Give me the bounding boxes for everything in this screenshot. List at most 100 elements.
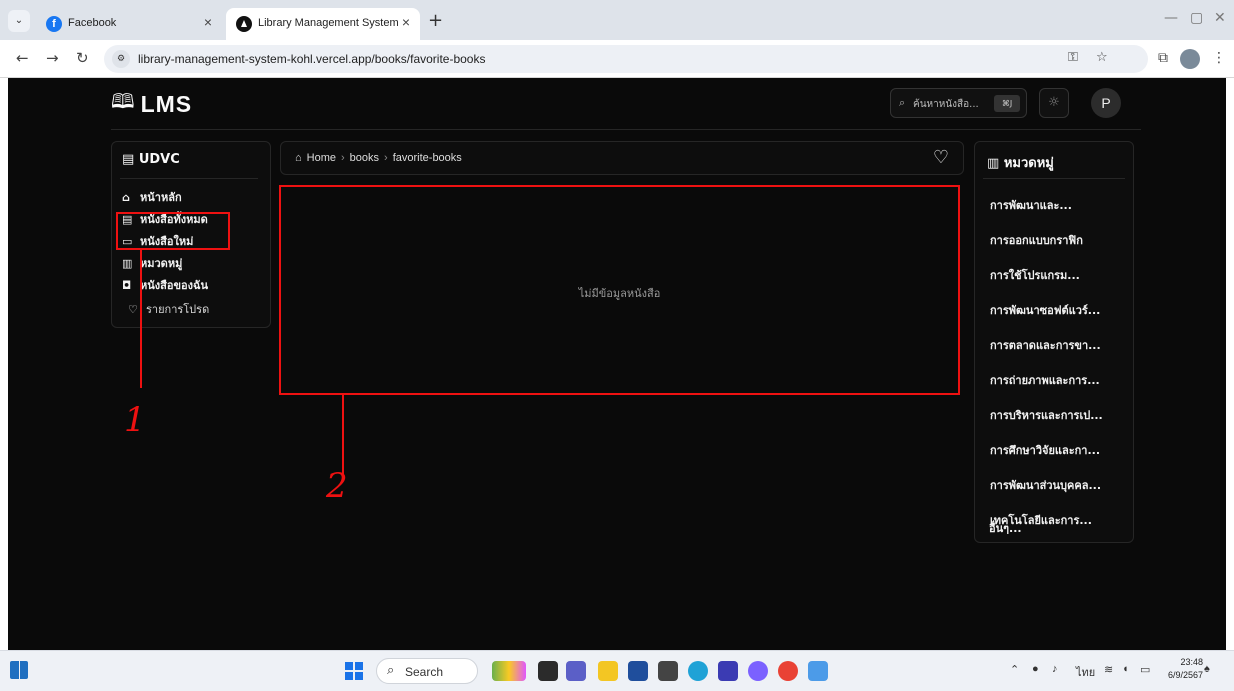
sidebar-title: ▤ UDVC — [122, 152, 180, 167]
annotation-line-2 — [342, 395, 344, 477]
close-icon[interactable]: × — [402, 14, 410, 30]
annotation-number-1: 1 — [124, 400, 146, 440]
taskbar-search-label: Search — [405, 665, 444, 679]
annotation-line-1 — [140, 250, 142, 388]
battery-icon[interactable]: ▭ — [1140, 663, 1150, 676]
breadcrumb-books[interactable]: books — [350, 152, 379, 164]
browser-menu-icon[interactable]: ⋮ — [1212, 50, 1226, 66]
close-icon[interactable]: × — [204, 14, 212, 30]
forward-arrow-icon[interactable]: → — [46, 49, 59, 67]
extensions-icon[interactable]: ⧉ — [1158, 50, 1168, 66]
back-arrow-icon[interactable]: ← — [16, 49, 29, 67]
chevron-right-icon: › — [341, 152, 345, 164]
category-item[interactable]: การถ่ายภาพและการ... — [990, 371, 1100, 389]
theme-toggle-sun-icon[interactable]: ☼ — [1039, 88, 1069, 118]
search-icon: ⌕ — [387, 663, 395, 678]
browser-tab-lms[interactable]: Library Management System × — [226, 8, 420, 40]
clock-time: 23:48 — [1180, 657, 1204, 667]
categories-title: ▥ หมวดหมู่ — [987, 156, 1054, 171]
favorite-heart-icon[interactable]: ♡ — [933, 147, 949, 168]
open-book-icon: 🕮 — [111, 89, 135, 113]
volume-icon[interactable]: ◖ — [1122, 663, 1129, 675]
store-icon[interactable] — [628, 661, 648, 681]
sidebar-item-my-books[interactable]: ◘ หนังสือของฉัน — [122, 276, 208, 294]
edge-icon[interactable] — [688, 661, 708, 681]
home-icon: ⌂ — [122, 190, 130, 204]
new-tab-plus-icon[interactable]: + — [428, 10, 443, 31]
category-icon: ▥ — [987, 156, 1004, 171]
category-item[interactable]: อื่นๆ... — [989, 519, 1022, 537]
reload-icon[interactable]: ↻ — [76, 49, 89, 67]
start-windows-icon[interactable] — [345, 662, 363, 680]
search-button[interactable]: ⌕ ค้นหาหนังสือ... ⌘J — [890, 88, 1027, 118]
bookmark-star-icon[interactable]: ☆ — [1096, 50, 1108, 65]
book-list-empty-area: ไม่มีข้อมูลหนังสือ — [279, 185, 960, 395]
browser-profile-avatar[interactable] — [1180, 49, 1200, 69]
divider — [120, 178, 258, 179]
category-item[interactable]: การออกแบบกราฟิก — [990, 231, 1083, 249]
my-books-icon: ◘ — [122, 278, 132, 292]
home-icon: ⌂ — [295, 152, 302, 164]
address-bar[interactable]: ⚙ library-management-system-kohl.vercel.… — [104, 45, 1148, 73]
book-list-icon: ▤ — [122, 152, 139, 167]
category-item[interactable]: การบริหารและการเป... — [990, 406, 1103, 424]
category-item[interactable]: การพัฒนาส่วนบุคคล... — [990, 476, 1101, 494]
restore-icon[interactable]: ▢ — [1190, 10, 1203, 26]
url-text[interactable]: library-management-system-kohl.vercel.ap… — [138, 52, 485, 66]
empty-message: ไม่มีข้อมูลหนังสือ — [578, 287, 661, 300]
breadcrumb-favorite-books: favorite-books — [392, 152, 462, 164]
category-item[interactable]: การพัฒนาและ... — [990, 196, 1072, 214]
facebook-icon: f — [46, 16, 62, 32]
annotation-box-favorites — [116, 212, 230, 250]
category-item[interactable]: การใช้โปรแกรม... — [990, 266, 1080, 284]
clock-date: 6/9/2567 — [1168, 670, 1204, 680]
tray-chevron-up-icon[interactable]: ⌃ — [1010, 663, 1019, 676]
app-icon[interactable] — [748, 661, 768, 681]
widgets-icon[interactable] — [10, 661, 28, 679]
wifi-icon[interactable]: ≋ — [1104, 663, 1113, 676]
logo-text: LMS — [140, 90, 193, 117]
browser-tabstrip: ⌄ f Facebook × Library Management System… — [0, 0, 1234, 40]
category-item[interactable]: การตลาดและการขา... — [990, 336, 1101, 354]
site-info-icon[interactable]: ⚙ — [112, 50, 130, 68]
category-item[interactable]: การศึกษาวิจัยและกา... — [990, 441, 1100, 459]
file-explorer-icon[interactable] — [598, 661, 618, 681]
language-indicator[interactable]: ไทย — [1076, 663, 1095, 681]
minimize-icon[interactable]: — — [1164, 10, 1178, 26]
category-icon: ▥ — [122, 256, 133, 270]
task-view-icon[interactable] — [538, 661, 558, 681]
copilot-icon[interactable] — [492, 661, 526, 681]
notification-bell-icon[interactable]: ♠ — [1204, 663, 1210, 675]
user-avatar[interactable]: P — [1091, 88, 1121, 118]
tab-search-chevron-icon[interactable]: ⌄ — [8, 10, 30, 32]
teams-chat-icon[interactable] — [566, 661, 586, 681]
taskbar-search[interactable]: ⌕ Search — [376, 658, 478, 684]
search-shortcut-badge: ⌘J — [994, 95, 1020, 112]
chrome-icon[interactable] — [778, 661, 798, 681]
password-key-icon[interactable]: ⚿ — [1068, 50, 1078, 65]
sidebar-item-home[interactable]: ⌂ หน้าหลัก — [122, 188, 182, 206]
window-close-icon[interactable]: ✕ — [1214, 10, 1226, 26]
windows-taskbar: ⌕ Search ⌃ ● ♪ ไทย ≋ ◖ ▭ 23:48 6/9/2567 … — [0, 650, 1234, 691]
breadcrumb-home[interactable]: Home — [307, 152, 336, 164]
tray-app-icon[interactable]: ● — [1032, 663, 1039, 675]
browser-tab-facebook[interactable]: f Facebook × — [36, 8, 222, 40]
search-placeholder: ค้นหาหนังสือ... — [913, 99, 979, 110]
category-item[interactable]: การพัฒนาซอฟต์แวร์... — [990, 301, 1100, 319]
microphone-icon[interactable]: ♪ — [1052, 663, 1058, 675]
lms-triangle-icon — [236, 16, 252, 32]
taskbar-clock[interactable]: 23:48 6/9/2567 — [1168, 656, 1203, 682]
breadcrumb-bar: ⌂ Home › books › favorite-books ♡ — [280, 141, 964, 175]
site-header: 🕮 LMS ⌕ ค้นหาหนังสือ... ⌘J ☼ P — [111, 78, 1141, 130]
app-icon[interactable] — [658, 661, 678, 681]
site-logo[interactable]: 🕮 LMS — [111, 89, 193, 118]
breadcrumb: ⌂ Home › books › favorite-books — [295, 152, 467, 164]
categories-panel: ▥ หมวดหมู่ การพัฒนาและ... การออกแบบกราฟิ… — [974, 141, 1134, 543]
divider — [983, 178, 1125, 179]
annotation-number-2: 2 — [326, 466, 348, 506]
tab-title: Facebook — [68, 17, 117, 29]
sidebar-item-categories[interactable]: ▥ หมวดหมู่ — [122, 254, 182, 272]
app-icon[interactable] — [718, 661, 738, 681]
tab-title: Library Management System — [258, 17, 399, 29]
app-icon[interactable] — [808, 661, 828, 681]
